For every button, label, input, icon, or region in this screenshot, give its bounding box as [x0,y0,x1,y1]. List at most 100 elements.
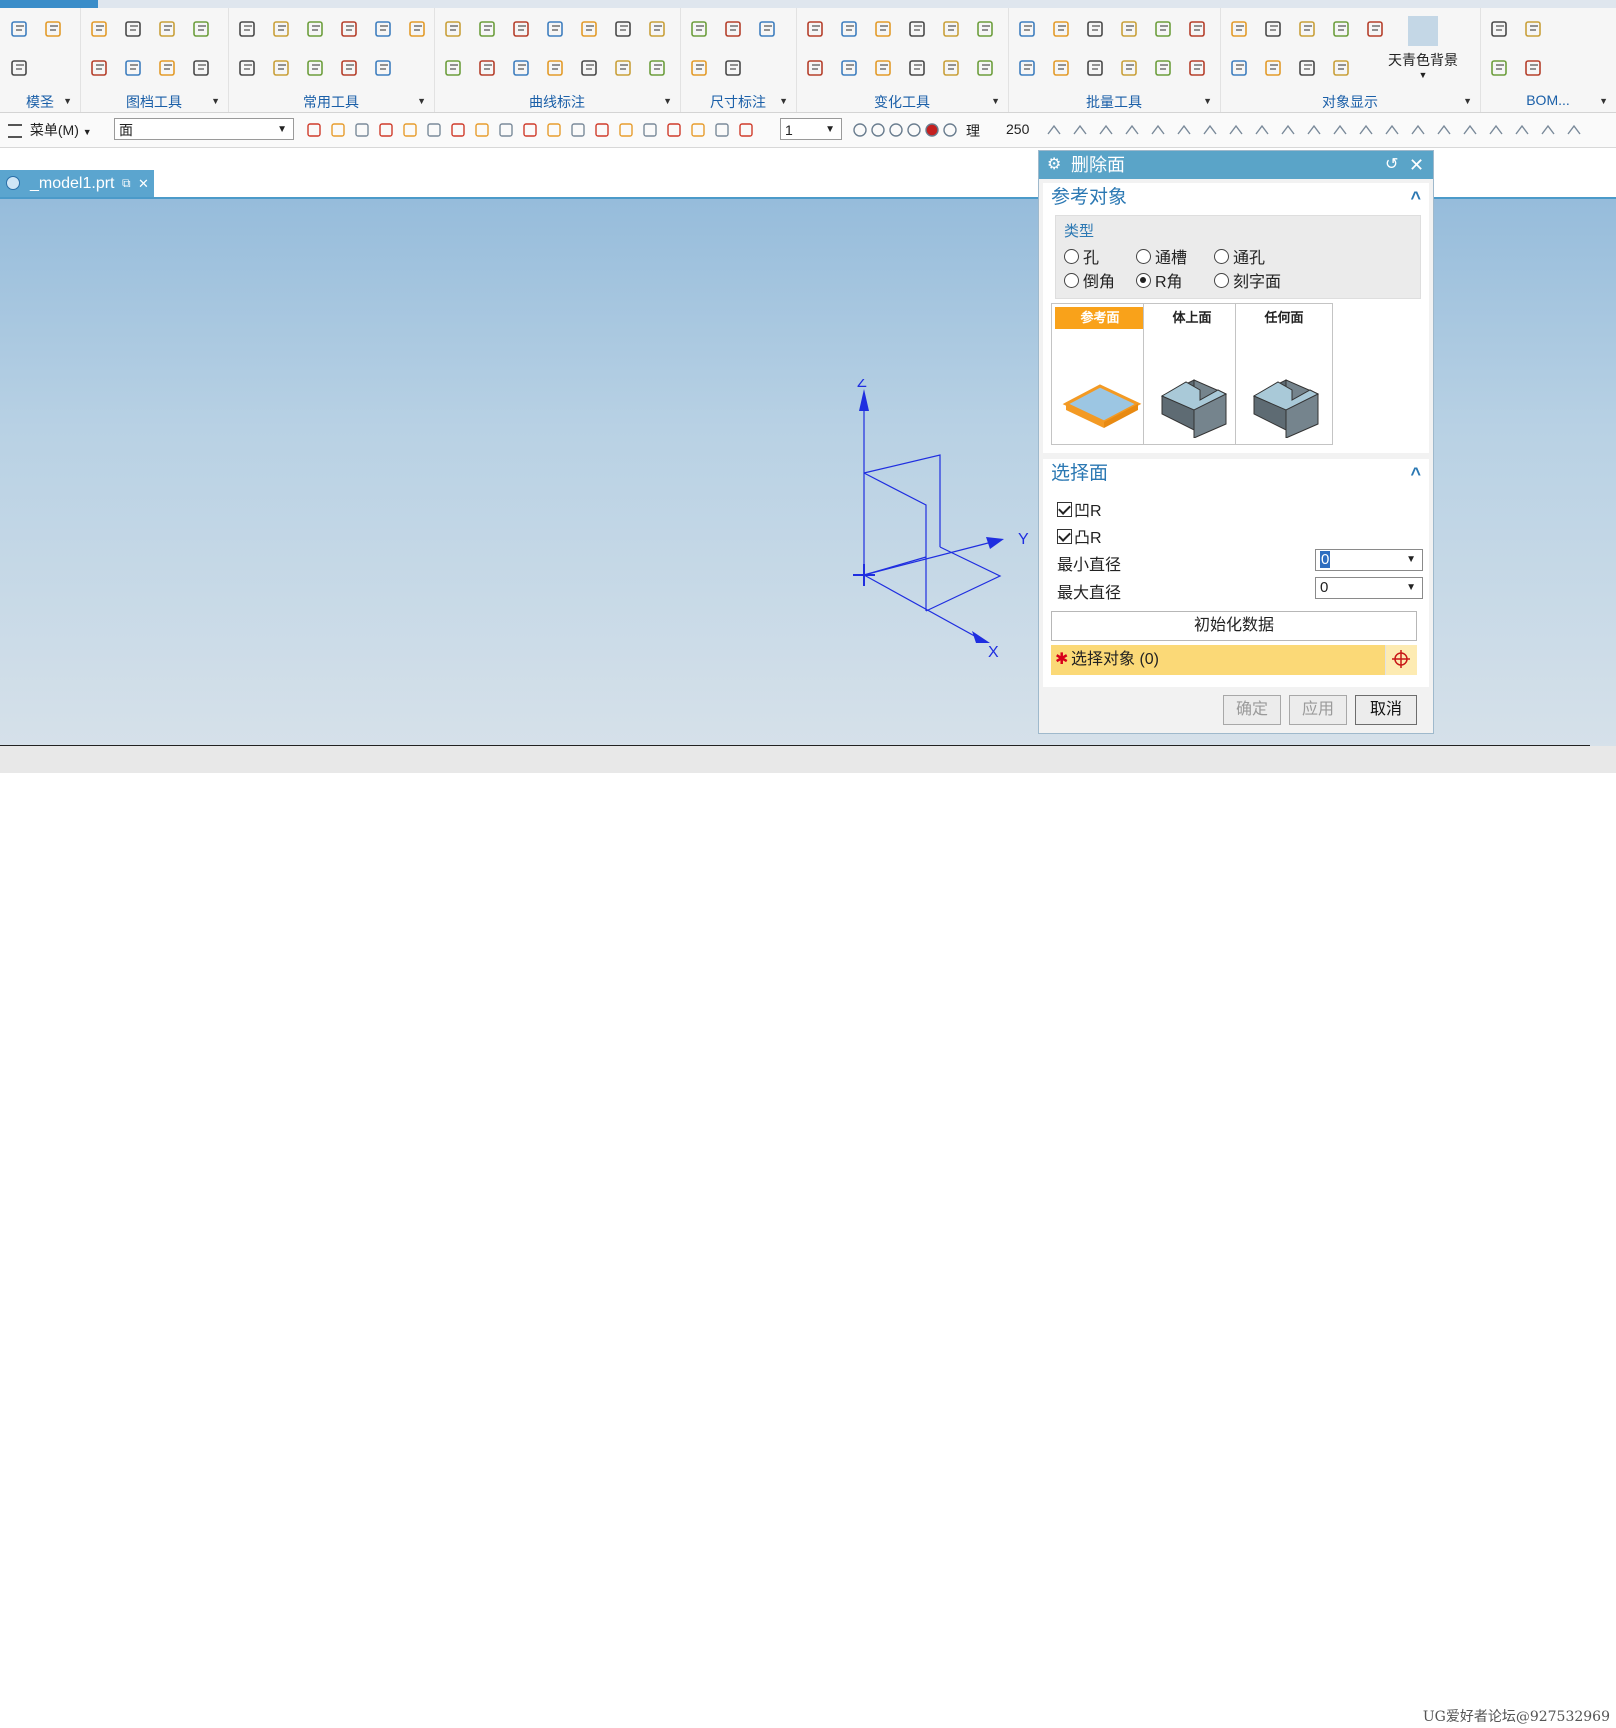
radio-button[interactable] [1214,248,1229,264]
cylinder-group-icon[interactable] [268,53,296,83]
reference-section-header[interactable]: 参考对象 ^ [1043,183,1429,213]
orange-pack-icon[interactable] [870,122,886,138]
tag-icon[interactable] [1520,14,1548,44]
table-x-icon[interactable] [1184,14,1212,44]
a-box-icon[interactable] [686,14,714,44]
radio-type-5[interactable]: 刻字面 [1214,268,1281,292]
a-text-icon[interactable] [686,53,714,83]
network-icon[interactable] [1260,14,1288,44]
radio-button[interactable] [1214,272,1229,288]
document-icon[interactable] [188,14,216,44]
grid-snap-icon[interactable] [618,122,634,138]
stack-show-icon[interactable] [1328,53,1356,83]
checkbox-convex-r[interactable]: 凸R [1057,524,1102,548]
radio-type-0[interactable]: 孔 [1064,244,1099,268]
brush-icon[interactable] [1488,122,1504,138]
curve-icon[interactable] [498,122,514,138]
box-icon[interactable] [336,14,364,44]
box-snap-icon[interactable] [570,122,586,138]
ok-button[interactable]: 确定 [1223,695,1281,725]
move-icon[interactable] [836,14,864,44]
parallel-lines-icon[interactable] [542,14,570,44]
spline-icon[interactable] [542,53,570,83]
open-folder-icon[interactable] [120,14,148,44]
xs-icon[interactable] [852,122,868,138]
settings-list-icon[interactable] [40,14,68,44]
snap-icon[interactable] [354,122,370,138]
thumbnail-0[interactable]: 参考面 [1051,303,1149,445]
view-icon[interactable] [1226,14,1254,44]
refresh-icon[interactable] [1358,122,1374,138]
select-object-row[interactable]: ✱ 选择对象 (0) [1051,645,1417,675]
radio-type-4[interactable]: R角 [1136,268,1183,292]
pipe-icon[interactable] [336,53,364,83]
red-cube-icon[interactable] [302,53,330,83]
plus-icon[interactable] [1306,122,1322,138]
cone-icon[interactable] [720,53,748,83]
cylinder-icon[interactable] [1048,53,1076,83]
initialize-data-button[interactable]: 初始化数据 [1051,611,1417,641]
select-face-section-header[interactable]: 选择面 ^ [1043,459,1429,489]
angle-icon[interactable] [644,14,672,44]
label-250[interactable]: 250 [1006,121,1029,137]
axis-icon[interactable] [836,53,864,83]
mesh-icon[interactable] [1294,53,1322,83]
scatter-snap-icon[interactable] [666,122,682,138]
small-cube-icon[interactable] [474,122,490,138]
export-icon[interactable] [188,53,216,83]
group-dropdown-icon[interactable]: ▼ [63,96,72,106]
measure-icon[interactable] [234,14,262,44]
dim2-icon[interactable] [1072,122,1088,138]
frame-icon[interactable] [370,14,398,44]
circle-icon[interactable] [1254,122,1270,138]
check-icon[interactable] [938,14,966,44]
stack-icon[interactable] [1082,53,1110,83]
max-diameter-combo[interactable]: 0 ▼ [1315,577,1423,599]
radio-type-3[interactable]: 倒角 [1064,268,1115,292]
folder-icon[interactable] [154,14,182,44]
parts-icon[interactable] [86,14,114,44]
layer-show-icon[interactable] [1294,14,1322,44]
circle2-icon[interactable] [1280,122,1296,138]
pin-icon[interactable]: ⧉ [122,170,131,197]
tilde-icon[interactable] [1202,122,1218,138]
group-dropdown-icon[interactable]: ▼ [211,96,220,106]
cube-color-icon[interactable] [1082,14,1110,44]
thumbnail-1[interactable]: 体上面 [1143,303,1241,445]
batch-box-icon[interactable] [1014,14,1042,44]
gear-icon[interactable] [6,14,34,44]
group-dropdown-icon[interactable]: ▼ [417,96,426,106]
face-icon[interactable] [426,122,442,138]
copy-icon[interactable] [802,14,830,44]
chevron-up-icon[interactable]: ^ [1410,183,1421,213]
radio-type-1[interactable]: 通槽 [1136,244,1187,268]
dialog-title-bar[interactable]: ⚙ 删除面 ↺ ✕ [1039,151,1433,179]
radio-button[interactable] [1064,272,1079,288]
crosshair-select-icon[interactable] [1385,645,1417,675]
chevron-down-icon[interactable]: ▼ [1406,578,1416,598]
slash-icon[interactable] [714,122,730,138]
text-icon[interactable] [302,14,330,44]
orange-cube-icon[interactable] [402,122,418,138]
fork-icon[interactable] [1228,122,1244,138]
select-icon[interactable] [642,122,658,138]
target-icon[interactable] [576,14,604,44]
chevron-down-icon[interactable]: ▼ [1406,550,1416,570]
k-circle-icon[interactable] [610,14,638,44]
table-icon[interactable] [1116,53,1144,83]
plane-icon[interactable] [508,53,536,83]
frame2-icon[interactable] [1436,122,1452,138]
save-icon[interactable] [86,53,114,83]
grey-cube-icon[interactable] [450,122,466,138]
list-icon[interactable] [720,14,748,44]
checkbox-box[interactable] [1057,528,1072,544]
new-doc-icon[interactable] [120,53,148,83]
line-icon[interactable] [904,14,932,44]
stack-layers-icon[interactable] [1328,14,1356,44]
checkbox-concave-r[interactable]: 凹R [1057,497,1102,521]
split-icon[interactable] [440,53,468,83]
gear-icon[interactable]: ⚙ [1047,151,1061,179]
group-dropdown-icon[interactable]: ▼ [1203,96,1212,106]
array-icon[interactable] [802,53,830,83]
grid-icon[interactable] [870,53,898,83]
